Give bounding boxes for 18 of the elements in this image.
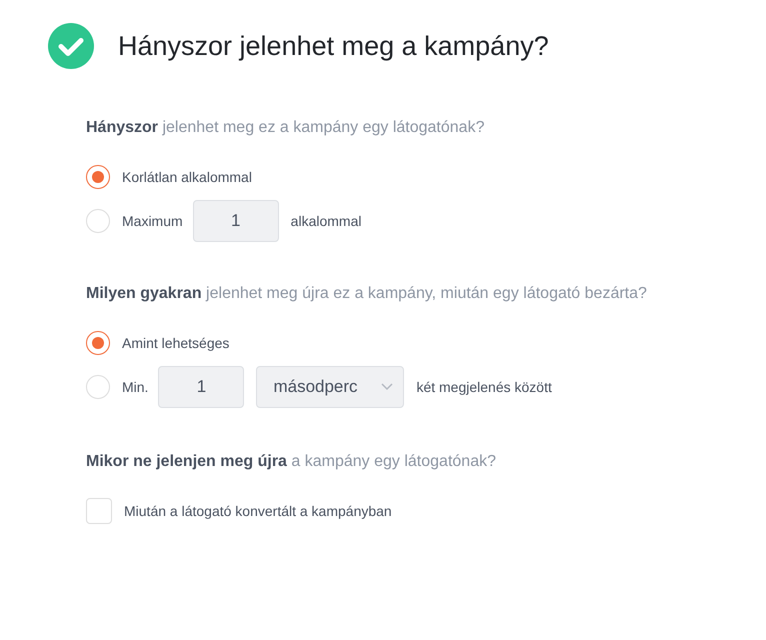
checkbox[interactable] (86, 498, 112, 524)
option-label: Amint lehetséges (122, 335, 230, 351)
radio-button[interactable] (86, 331, 110, 355)
option-suffix: két megjelenés között (416, 379, 552, 395)
option-label: Maximum (122, 213, 183, 229)
option-label: Korlátlan alkalommal (122, 169, 252, 185)
number-field[interactable]: 1 (158, 366, 244, 408)
option-label: Min. (122, 379, 148, 395)
radio-button[interactable] (86, 165, 110, 189)
option-label: Miután a látogató konvertált a kampányban (124, 503, 392, 519)
number-field[interactable]: 1 (192, 200, 279, 242)
question-text: Hányszor jelenhet meg ez a kampány egy látogatónak? (86, 119, 486, 137)
chevron-down-icon (381, 383, 394, 391)
page-title: Hányszor jelenhet meg a kampány? (118, 30, 549, 62)
question-text: Mikor ne jelenjen meg újra a kampány egy látogatónak? (86, 453, 497, 471)
question-text: Milyen gyakran jelenhet meg újra ez a kampány, miután egy látogató bezárta? (86, 285, 648, 303)
unit-dropdown[interactable]: másodperc (256, 366, 404, 408)
option-suffix: alkalommal (290, 213, 362, 229)
